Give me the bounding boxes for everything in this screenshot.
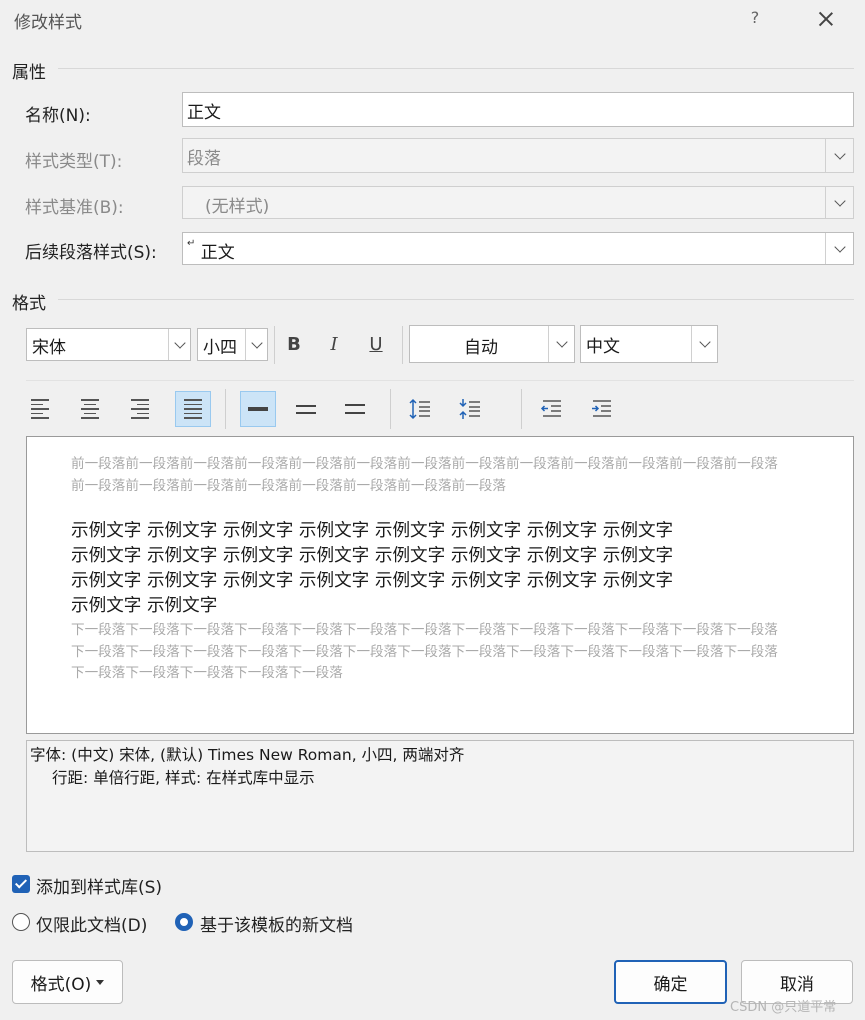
next-style-select[interactable]: ↵ 正文 [182, 232, 854, 265]
preview-sample-line: 示例文字 示例文字 [71, 596, 218, 616]
new-docs-label[interactable]: 基于该模板的新文档 [200, 911, 353, 936]
toolbar-separator [521, 389, 522, 429]
toolbar-separator [274, 326, 275, 364]
decrease-indent-icon[interactable] [534, 391, 570, 427]
this-doc-only-radio[interactable] [12, 913, 30, 931]
single-spacing-button[interactable] [240, 391, 276, 427]
add-to-gallery-checkbox[interactable] [12, 875, 30, 893]
align-left-button[interactable] [22, 391, 58, 427]
description-line: 行距: 单倍行距, 样式: 在样式库中显示 [52, 769, 315, 787]
preview-sample-line: 示例文字 示例文字 示例文字 示例文字 示例文字 示例文字 示例文字 示例文字 [71, 571, 674, 591]
new-docs-radio[interactable] [175, 913, 193, 931]
one-half-spacing-button[interactable] [288, 391, 324, 427]
chevron-down-icon [825, 139, 853, 172]
paragraph-mark-icon: ↵ [187, 238, 196, 249]
size-value: 小四 [203, 338, 237, 358]
size-select[interactable]: 小四 [197, 328, 268, 361]
bold-button[interactable]: B [277, 327, 311, 361]
font-select[interactable]: 宋体 [26, 328, 191, 361]
toolbar-separator [390, 389, 391, 429]
preview-sample-line: 示例文字 示例文字 示例文字 示例文字 示例文字 示例文字 示例文字 示例文字 [71, 521, 674, 541]
ok-button[interactable]: 确定 [614, 960, 727, 1004]
close-icon[interactable] [812, 4, 840, 32]
toolbar-separator [225, 389, 226, 429]
style-type-select: 段落 [182, 138, 854, 173]
help-button[interactable]: ? [746, 8, 764, 27]
format-menu-button[interactable]: 格式(O) [12, 960, 123, 1004]
chevron-down-icon[interactable] [691, 326, 717, 362]
properties-divider [58, 68, 854, 69]
watermark: CSDN @只道平常 [730, 1000, 837, 1015]
align-center-button[interactable] [72, 391, 108, 427]
double-spacing-button[interactable] [337, 391, 373, 427]
style-preview: 前一段落前一段落前一段落前一段落前一段落前一段落前一段落前一段落前一段落前一段落… [26, 436, 854, 734]
name-label: 名称(N): [25, 106, 91, 126]
title-bar: 修改样式 ? [0, 0, 865, 40]
properties-section-label: 属性 [12, 63, 46, 83]
based-on-label: 样式基准(B): [25, 198, 124, 218]
next-style-label: 后续段落样式(S): [25, 243, 157, 263]
align-justify-button[interactable] [175, 391, 211, 427]
preview-previous-paragraph: 前一段落前一段落前一段落前一段落前一段落前一段落前一段落前一段落前一段落前一段落… [71, 456, 778, 494]
preview-sample-line: 示例文字 示例文字 示例文字 示例文字 示例文字 示例文字 示例文字 示例文字 [71, 546, 674, 566]
font-value: 宋体 [32, 338, 66, 358]
color-value: 自动 [464, 338, 498, 358]
name-value: 正文 [187, 103, 221, 123]
format-section-label: 格式 [12, 294, 46, 314]
chevron-down-icon[interactable] [825, 233, 853, 264]
based-on-select: (无样式) [182, 186, 854, 219]
increase-indent-icon[interactable] [584, 391, 620, 427]
based-on-value: (无样式) [205, 197, 270, 217]
dialog-title: 修改样式 [14, 13, 82, 33]
style-description: 字体: (中文) 宋体, (默认) Times New Roman, 小四, 两… [26, 740, 854, 852]
format-divider [58, 299, 854, 300]
decrease-paragraph-spacing-icon[interactable] [452, 391, 488, 427]
italic-button[interactable]: I [317, 327, 351, 361]
preview-next-paragraph: 下一段落下一段落下一段落下一段落下一段落下一段落下一段落下一段落下一段落下一段落… [71, 622, 778, 681]
toolbar-row-divider [26, 380, 854, 381]
color-select[interactable]: 自动 [409, 325, 575, 363]
name-field[interactable]: 正文 [182, 92, 854, 127]
this-doc-only-label[interactable]: 仅限此文档(D) [36, 911, 147, 936]
next-style-value: 正文 [200, 243, 235, 263]
chevron-down-icon[interactable] [245, 329, 267, 360]
chevron-down-icon[interactable] [548, 326, 574, 362]
style-type-value: 段落 [187, 149, 221, 169]
increase-paragraph-spacing-icon[interactable] [402, 391, 438, 427]
style-type-label: 样式类型(T): [25, 152, 123, 172]
toolbar-separator [402, 326, 403, 364]
description-line: 字体: (中文) 宋体, (默认) Times New Roman, 小四, 两… [30, 746, 465, 764]
chevron-down-icon[interactable] [168, 329, 190, 360]
add-to-gallery-label[interactable]: 添加到样式库(S) [36, 873, 162, 898]
underline-button[interactable]: U [359, 327, 393, 361]
align-right-button[interactable] [122, 391, 158, 427]
script-value: 中文 [586, 337, 620, 357]
format-button-label: 格式(O) [30, 974, 92, 995]
caret-down-icon [96, 979, 105, 985]
chevron-down-icon [825, 187, 853, 218]
script-select[interactable]: 中文 [580, 325, 718, 363]
